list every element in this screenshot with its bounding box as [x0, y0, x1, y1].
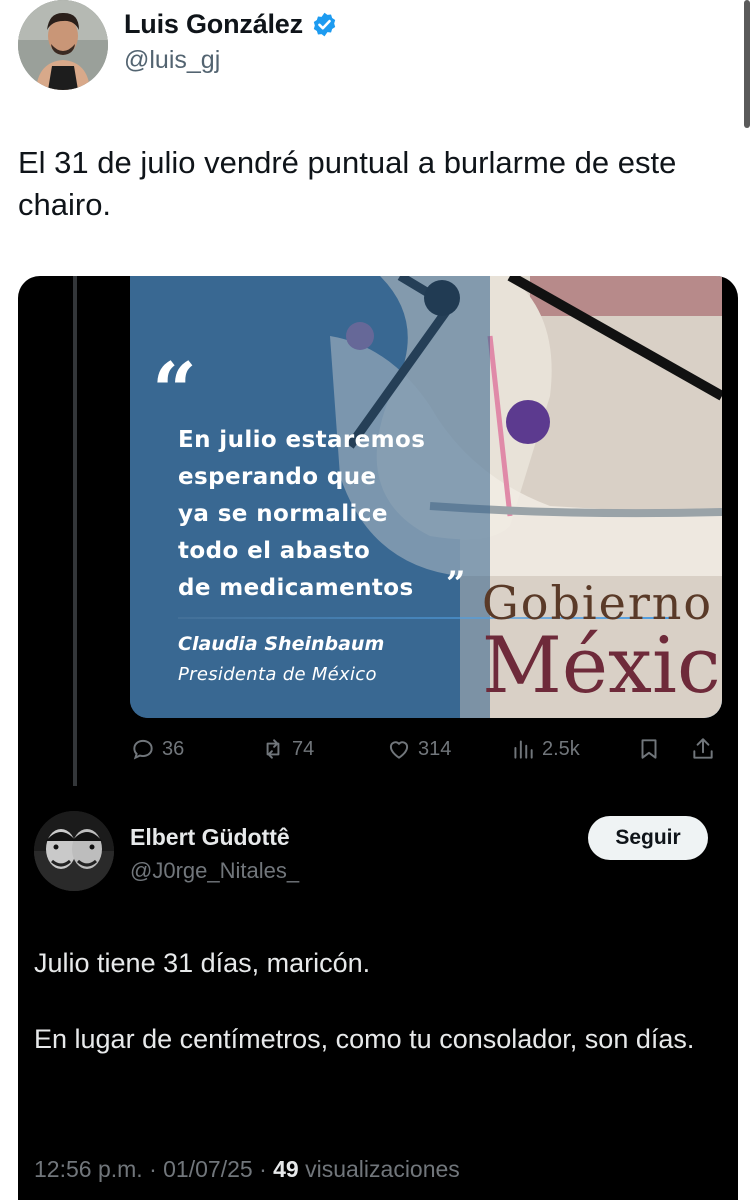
meta-separator: · — [149, 1156, 164, 1182]
reply-text: Julio tiene 31 días, maricón. En lugar d… — [34, 944, 714, 1096]
like-count: 314 — [418, 737, 452, 760]
views-action[interactable]: 2.5k — [510, 736, 580, 762]
reply-author-name[interactable]: Elbert Güdottê — [130, 824, 290, 851]
reply-views-count: 49 — [273, 1156, 299, 1182]
reply-count: 36 — [162, 737, 185, 760]
reply-metadata: 12:56 p.m. · 01/07/25 · 49 visualizacion… — [34, 1156, 460, 1183]
reply-time[interactable]: 12:56 p.m. — [34, 1156, 143, 1182]
quote-open-mark: “ — [152, 346, 197, 437]
quote-image[interactable]: “ En julio estaremos esperando que ya se… — [130, 276, 722, 718]
verified-badge-icon — [311, 11, 338, 38]
share-action[interactable] — [690, 736, 716, 762]
reply-paragraph: En lugar de centímetros, como tu consola… — [34, 1024, 695, 1054]
reply-date[interactable]: 01/07/25 — [163, 1156, 253, 1182]
repost-arrows-icon — [266, 739, 280, 759]
bookmark-icon — [641, 739, 657, 759]
reply-avatar[interactable] — [34, 811, 114, 891]
author-block: Luis González @luis_gj — [124, 6, 338, 75]
repost-action[interactable]: 74 — [260, 736, 314, 762]
tweet-action-bar: 36 74 314 2.5k — [130, 736, 730, 776]
heart-icon — [389, 741, 409, 759]
author-name[interactable]: Luis González — [124, 9, 303, 40]
views-count: 2.5k — [542, 737, 580, 760]
reply-paragraph: Julio tiene 31 días, maricón. — [34, 948, 371, 978]
follow-button[interactable]: Seguir — [588, 816, 708, 860]
quote-close-mark: ” — [446, 564, 466, 604]
author-avatar[interactable] — [18, 0, 108, 90]
like-action[interactable]: 314 — [386, 736, 451, 762]
quote-speaker: Claudia Sheinbaum — [178, 633, 385, 655]
quote-speaker-role: Presidenta de México — [178, 664, 377, 685]
tweet-text: El 31 de julio vendré puntual a burlarme… — [18, 145, 677, 222]
reply-action[interactable]: 36 — [130, 736, 184, 762]
reply-views-label: visualizaciones — [305, 1156, 460, 1182]
meta-separator: · — [259, 1156, 274, 1182]
quote-line: ya se normalice — [178, 501, 388, 527]
quote-line: En julio estaremos — [178, 427, 426, 453]
scrollbar-thumb[interactable] — [744, 0, 750, 128]
speech-bubble-icon — [133, 739, 153, 760]
bookmark-action[interactable] — [636, 736, 662, 762]
brand-mexico: México — [482, 621, 722, 711]
author-handle[interactable]: @luis_gj — [124, 46, 338, 75]
share-upload-icon — [693, 738, 713, 759]
quoted-screenshot[interactable]: “ En julio estaremos esperando que ya se… — [18, 276, 738, 1200]
bar-chart-icon — [514, 740, 533, 759]
repost-count: 74 — [292, 737, 315, 760]
quote-line: esperando que — [178, 464, 377, 490]
reply-author-handle[interactable]: @J0rge_Nitales_ — [130, 858, 299, 884]
thread-connector-line — [73, 276, 77, 786]
